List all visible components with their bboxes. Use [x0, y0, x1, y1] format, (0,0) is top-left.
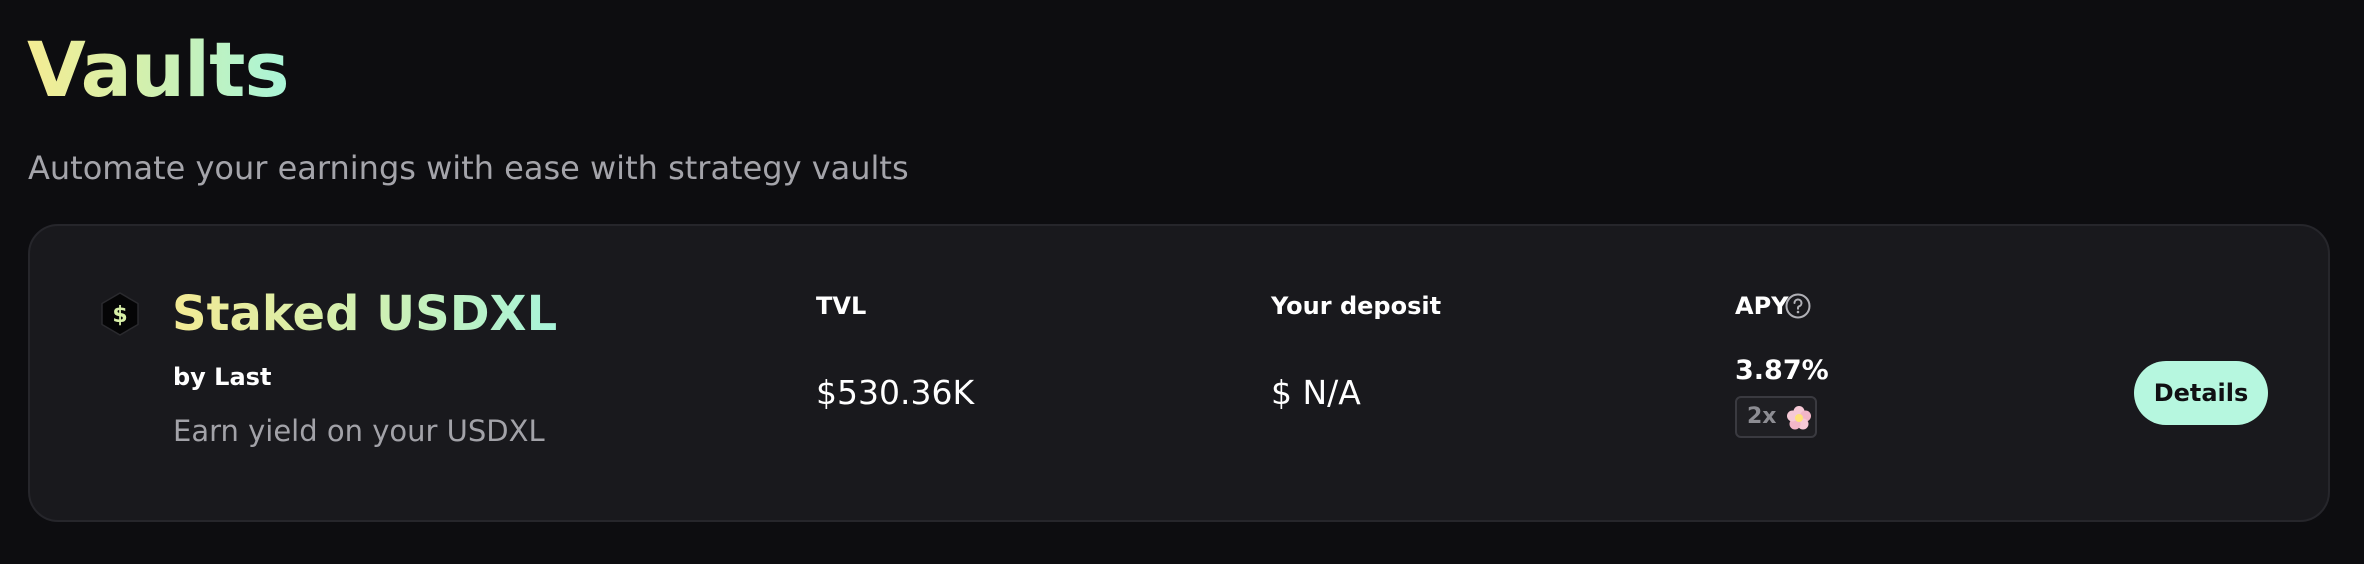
boost-multiplier: 2x — [1747, 404, 1777, 429]
details-button[interactable]: Details — [2134, 361, 2268, 425]
svg-text:$: $ — [112, 303, 127, 328]
apy-value: 3.87% — [1735, 355, 1829, 386]
dollar-hexagon-icon: $ — [101, 292, 139, 336]
tvl-label: TVL — [816, 292, 867, 320]
vault-description: Earn yield on your USDXL — [173, 414, 545, 448]
page-subtitle: Automate your earnings with ease with st… — [28, 149, 909, 187]
tvl-value: $530.36K — [816, 373, 975, 412]
question-circle-icon[interactable] — [1784, 292, 1812, 320]
flower-icon — [1787, 406, 1811, 430]
page-title: Vaults — [27, 20, 290, 120]
vault-provider: by Last — [173, 363, 272, 391]
deposit-value: $ N/A — [1271, 373, 1361, 412]
vault-name: Staked USDXL — [172, 286, 558, 342]
vault-card: $ Staked USDXL by Last Earn yield on you… — [28, 224, 2330, 522]
boost-badge: 2x — [1735, 396, 1817, 438]
apy-label: APY — [1735, 292, 1789, 320]
vaults-page: Vaults Automate your earnings with ease … — [0, 0, 2364, 564]
deposit-label: Your deposit — [1271, 292, 1442, 320]
